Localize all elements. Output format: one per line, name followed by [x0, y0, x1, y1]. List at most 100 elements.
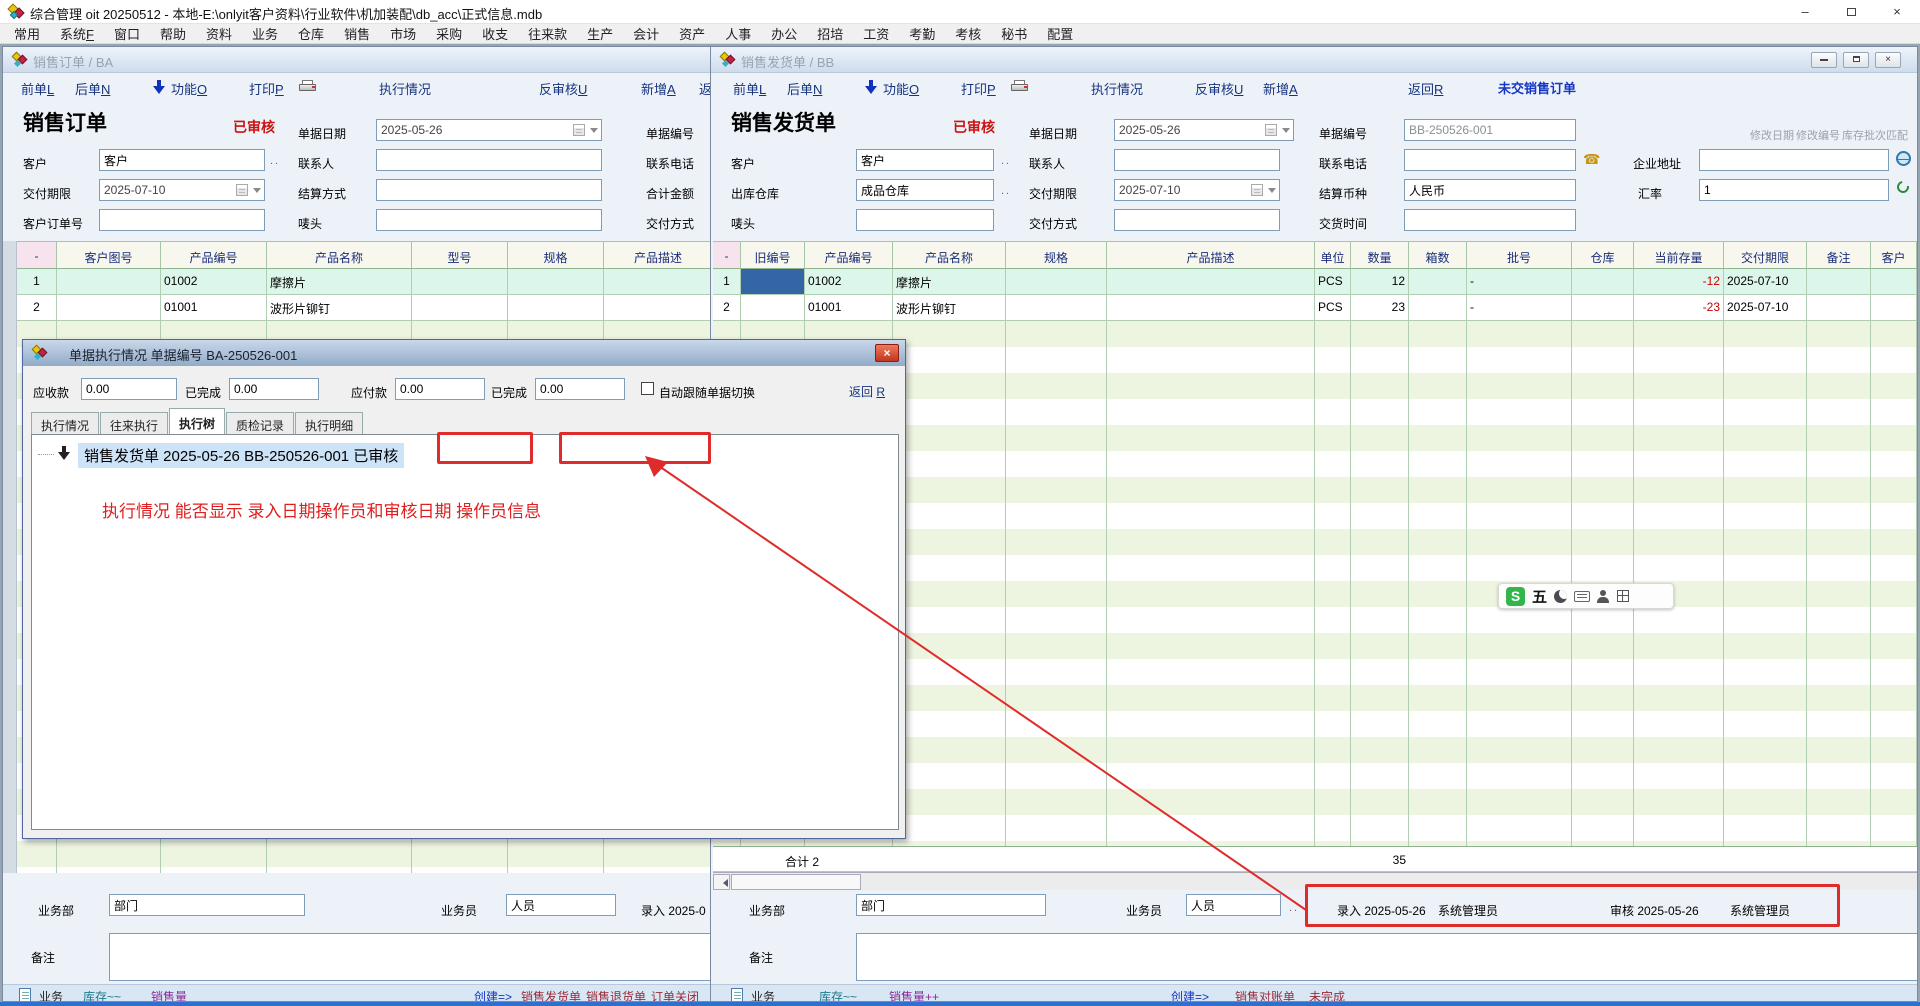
cell[interactable]	[1572, 295, 1634, 321]
bb-unaudit-button[interactable]: 反审核U	[1195, 79, 1243, 98]
bb-warehouse-field[interactable]	[856, 179, 994, 201]
cell-product-name[interactable]: 摩擦片	[267, 269, 412, 295]
cell-rownum[interactable]: 2	[17, 295, 57, 321]
bb-contact-field[interactable]	[1114, 149, 1280, 171]
cell-selected[interactable]	[741, 269, 805, 295]
bb-exec-status-button[interactable]: 执行情况	[1091, 79, 1143, 98]
bb-person-field[interactable]	[1186, 894, 1281, 916]
cell[interactable]	[1871, 269, 1917, 295]
printer-icon[interactable]	[299, 80, 317, 94]
globe-icon[interactable]	[1896, 151, 1911, 166]
ba-footer-create[interactable]: 创建=>	[474, 988, 512, 1002]
chevron-down-icon[interactable]	[1282, 128, 1290, 137]
ba-customer-lookup[interactable]: ..	[270, 155, 280, 167]
ba-footer-make-return[interactable]: 销售退货单	[586, 988, 646, 1002]
cell[interactable]	[604, 269, 713, 295]
bb-function-button[interactable]: 功能O	[883, 79, 919, 98]
menu-item[interactable]: 仓库	[288, 24, 334, 43]
payable-field[interactable]	[395, 378, 485, 400]
cell-product-name[interactable]: 摩擦片	[893, 269, 1006, 295]
bb-dept-field[interactable]	[856, 894, 1046, 916]
menu-item[interactable]: 销售	[334, 24, 380, 43]
maximize-button[interactable]	[1828, 0, 1874, 24]
bb-footer-biz[interactable]: 业务	[751, 988, 775, 1002]
bb-print-button[interactable]: 打印P	[961, 79, 996, 98]
ime-logo[interactable]: S	[1506, 587, 1525, 606]
chevron-down-icon[interactable]	[1268, 188, 1276, 197]
bb-next-button[interactable]: 后单N	[787, 79, 822, 98]
ba-footer-biz[interactable]: 业务	[39, 988, 63, 1002]
menu-item[interactable]: 常用	[4, 24, 50, 43]
cell[interactable]	[1807, 295, 1871, 321]
ba-contact-field[interactable]	[376, 149, 602, 171]
menu-item[interactable]: 窗口	[104, 24, 150, 43]
bb-doc-date-field[interactable]	[1114, 119, 1294, 141]
cell[interactable]	[1409, 269, 1467, 295]
ba-add-button[interactable]: 新增A	[641, 79, 676, 98]
cell-product-name[interactable]: 波形片铆钉	[267, 295, 412, 321]
cell[interactable]	[1807, 269, 1871, 295]
ba-settle-field[interactable]	[376, 179, 602, 201]
refresh-icon[interactable]	[1895, 179, 1912, 196]
bb-note-textarea[interactable]	[856, 933, 1918, 981]
moon-night-icon[interactable]	[1554, 590, 1567, 603]
ba-person-field[interactable]	[506, 894, 616, 916]
menu-item[interactable]: 资产	[669, 24, 715, 43]
bb-footer-stock[interactable]: 库存~~	[819, 988, 857, 1002]
ba-deadline-field[interactable]	[99, 179, 265, 201]
menu-item[interactable]: 考核	[945, 24, 991, 43]
ba-prev-button[interactable]: 前单L	[21, 79, 54, 98]
bb-customer-lookup[interactable]: ..	[1001, 155, 1011, 167]
ba-next-button[interactable]: 后单N	[75, 79, 110, 98]
cell-deadline[interactable]: 2025-07-10	[1724, 295, 1807, 321]
cell[interactable]	[412, 295, 508, 321]
ba-unaudit-button[interactable]: 反审核U	[539, 79, 587, 98]
bb-currency-field[interactable]	[1404, 179, 1576, 201]
cell-deadline[interactable]: 2025-07-10	[1724, 269, 1807, 295]
menu-item[interactable]: 系统F	[50, 24, 104, 43]
ba-footer-make-delivery[interactable]: 销售发货单	[521, 988, 581, 1002]
keyboard-icon[interactable]	[1574, 591, 1590, 602]
bb-deadline-field[interactable]	[1114, 179, 1280, 201]
bb-phone-field[interactable]	[1404, 149, 1576, 171]
menu-item[interactable]: 人事	[715, 24, 761, 43]
menu-item[interactable]: 市场	[380, 24, 426, 43]
cell-product-name[interactable]: 波形片铆钉	[893, 295, 1006, 321]
bb-warehouse-lookup[interactable]: ..	[1001, 185, 1011, 197]
cell[interactable]	[57, 295, 161, 321]
user-icon[interactable]	[1597, 590, 1610, 603]
menu-item[interactable]: 采购	[426, 24, 472, 43]
menu-item[interactable]: 资料	[196, 24, 242, 43]
dialog-return-button[interactable]: 返回 R	[849, 383, 885, 400]
tree-node-delivery[interactable]: 销售发货单 2025-05-26 BB-250526-001 已审核	[78, 443, 404, 468]
menu-item[interactable]: 招培	[807, 24, 853, 43]
menu-item[interactable]: 收支	[472, 24, 518, 43]
receivable-field[interactable]	[81, 378, 177, 400]
bb-person-lookup[interactable]: ..	[1289, 902, 1299, 914]
bb-add-button[interactable]: 新增A	[1263, 79, 1298, 98]
tab-exec-tree[interactable]: 执行树	[169, 408, 225, 435]
cell[interactable]	[57, 269, 161, 295]
dialog-close-button[interactable]: ×	[875, 344, 899, 362]
bb-prev-button[interactable]: 前单L	[733, 79, 766, 98]
cell[interactable]	[1871, 295, 1917, 321]
ime-mode[interactable]: 五	[1532, 586, 1547, 607]
cell[interactable]	[1572, 269, 1634, 295]
cell-rownum[interactable]: 1	[713, 269, 741, 295]
bb-restore-button[interactable]	[1843, 52, 1869, 68]
ba-exec-status-button[interactable]: 执行情况	[379, 79, 431, 98]
menu-item[interactable]: 考勤	[899, 24, 945, 43]
menu-item[interactable]: 往来款	[518, 24, 577, 43]
minimize-button[interactable]: –	[1782, 0, 1828, 24]
printer-icon[interactable]	[1011, 80, 1029, 94]
ba-footer-sales[interactable]: 销售量	[151, 988, 187, 1002]
menu-item[interactable]: 秘书	[991, 24, 1037, 43]
scroll-left-button[interactable]	[713, 874, 730, 890]
menu-item[interactable]: 业务	[242, 24, 288, 43]
bb-deliver-time-field[interactable]	[1404, 209, 1576, 231]
bb-doc-no-field[interactable]	[1404, 119, 1576, 141]
scroll-thumb[interactable]	[731, 874, 861, 890]
ba-cust-order-field[interactable]	[99, 209, 265, 231]
bb-address-field[interactable]	[1699, 149, 1889, 171]
ba-customer-field[interactable]	[99, 149, 265, 171]
